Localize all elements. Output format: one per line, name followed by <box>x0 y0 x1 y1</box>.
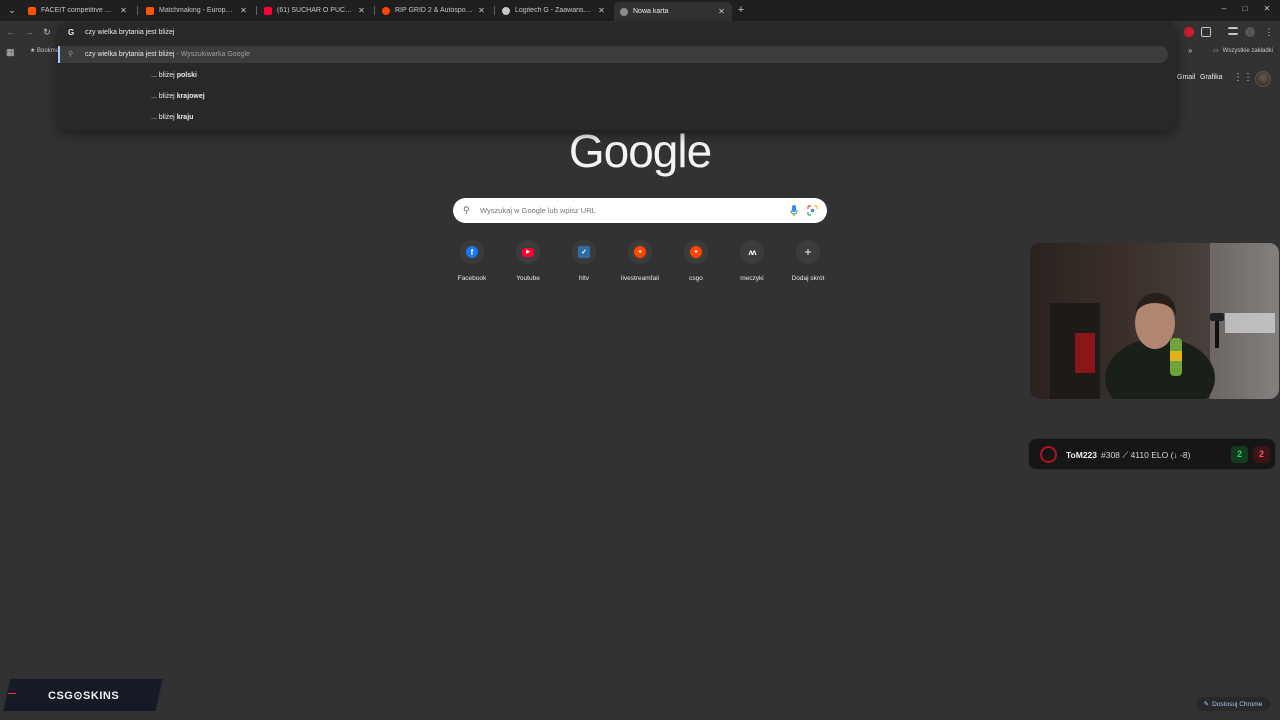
search-icon: ⚲ <box>68 51 74 58</box>
wins-count: 2 <box>1231 446 1248 463</box>
player-name: ToM223 <box>1066 450 1098 460</box>
profile-icon[interactable] <box>1245 27 1255 37</box>
search-input[interactable]: Wyszukaj w Google lub wpisz URL <box>480 206 596 215</box>
tab-strip: ⌄ FACEIT competitive match - FACEIT ✕ Ma… <box>0 0 1280 21</box>
tab-matchmaking[interactable]: Matchmaking - Europe 5v5 Queue ✕ <box>140 2 254 19</box>
losses-count: 2 <box>1253 446 1270 463</box>
tab-separator <box>256 6 257 15</box>
shortcut-csgo[interactable]: ● csgo <box>671 240 721 282</box>
apps-icon[interactable]: ▦ <box>6 47 15 58</box>
tab-search-icon[interactable]: ⌄ <box>6 4 18 16</box>
sponsor-badge-text: CSG⊙SKINS <box>48 690 120 702</box>
maximize-icon[interactable]: □ <box>1239 4 1251 13</box>
shortcut-livestreamfail[interactable]: ● livestreamfail <box>615 240 665 282</box>
minimize-icon[interactable]: – <box>1218 4 1230 13</box>
tab-new-tab[interactable]: Nowa karta ✕ <box>614 2 732 21</box>
shortcut-meczyki[interactable]: ʌʌ meczyki <box>727 240 777 282</box>
close-window-icon[interactable]: ✕ <box>1261 4 1273 13</box>
reddit-favicon-icon <box>382 6 390 15</box>
close-tab-icon[interactable]: ✕ <box>717 7 726 16</box>
faceit-favicon-icon <box>28 6 36 15</box>
close-tab-icon[interactable]: ✕ <box>239 6 248 15</box>
faceit-elo-widget: ToM223 #308 ⟋ 4110 ELO (↓ -8) 2 2 <box>1028 438 1276 470</box>
all-bookmarks-button[interactable]: ▭ Wszystkie zakładki <box>1213 47 1273 55</box>
reading-list-icon[interactable] <box>1228 27 1238 35</box>
customize-chrome-button[interactable]: ✎ Dostosuj Chrome <box>1196 697 1270 711</box>
search-icon: ⚲ <box>463 205 470 215</box>
tab-separator <box>374 6 375 15</box>
gmail-link[interactable]: Gmail <box>1177 74 1195 81</box>
tab-youtube-suchar[interactable]: (61) SUCHAR O PUCHACZU KT ✕ <box>258 2 372 19</box>
youtube-icon: ▶ <box>522 247 534 257</box>
avatar[interactable] <box>1255 71 1271 87</box>
logitech-favicon-icon <box>502 6 510 15</box>
shortcut-hltv[interactable]: ✓ hltv <box>559 240 609 282</box>
search-box[interactable]: ⚲ Wyszukaj w Google lub wpisz URL <box>453 198 827 223</box>
tab-reddit-grid[interactable]: RIP GRID 2 & Autosport's server ✕ <box>376 2 492 19</box>
shortcut-facebook[interactable]: f Facebook <box>447 240 497 282</box>
bookmarks-overflow-icon[interactable]: » <box>1188 46 1192 55</box>
images-link[interactable]: Grafika <box>1200 74 1223 81</box>
extensions-puzzle-icon[interactable] <box>1201 27 1211 37</box>
close-tab-icon[interactable]: ✕ <box>119 6 128 15</box>
faceit-level-icon <box>1040 446 1057 463</box>
google-g-icon: G <box>68 28 75 37</box>
meczyki-icon: ʌʌ <box>748 247 757 257</box>
elo-stats: #308 ⟋ 4110 ELO (↓ -8) <box>1101 450 1191 460</box>
pencil-icon: ✎ <box>1203 701 1210 708</box>
forward-button[interactable]: → <box>23 26 35 38</box>
tab-logitech[interactable]: Logitech G - Zaawansowany sprzęt ✕ <box>496 2 612 19</box>
google-logo: Google <box>568 125 712 177</box>
youtube-favicon-icon <box>264 6 272 15</box>
menu-icon[interactable]: ⋮ <box>1263 26 1275 38</box>
back-button[interactable]: ← <box>5 26 17 38</box>
selection-indicator <box>58 46 60 63</box>
shortcut-add[interactable]: + Dodaj skrót <box>783 240 833 282</box>
hltv-icon: ✓ <box>578 246 590 258</box>
webcam-person-image <box>1050 243 1279 399</box>
badge-accent <box>8 693 16 694</box>
extension-red-icon[interactable] <box>1184 27 1194 37</box>
omnibox-suggestion[interactable]: ... bliżej kraju <box>151 114 193 121</box>
omnibox-input[interactable]: czy wielka brytania jest bliżej <box>85 29 174 36</box>
folder-icon: ▭ <box>1213 48 1219 54</box>
microphone-icon[interactable] <box>790 205 798 216</box>
close-tab-icon[interactable]: ✕ <box>597 6 606 15</box>
facebook-icon: f <box>466 246 478 258</box>
faceit-favicon-icon <box>146 6 154 15</box>
tab-faceit-match[interactable]: FACEIT competitive match - FACEIT ✕ <box>22 2 134 19</box>
close-tab-icon[interactable]: ✕ <box>357 6 366 15</box>
webcam-overlay <box>1030 243 1279 399</box>
tab-separator <box>137 6 138 15</box>
reload-button[interactable]: ↻ <box>41 26 53 38</box>
omnibox-suggestion[interactable]: ... bliżej krajowej <box>151 93 205 100</box>
google-lens-icon[interactable] <box>807 205 818 216</box>
omnibox-dropdown: G czy wielka brytania jest bliżej ⚲ czy … <box>58 22 1176 130</box>
plus-icon: + <box>804 245 812 259</box>
tab-separator <box>494 6 495 15</box>
shortcut-youtube[interactable]: ▶ Youtube <box>503 240 553 282</box>
reddit-icon: ● <box>634 246 646 258</box>
new-tab-button[interactable]: + <box>736 5 746 16</box>
chrome-favicon-icon <box>620 7 628 16</box>
reddit-icon: ● <box>690 246 702 258</box>
omnibox-suggestion[interactable]: ... bliżej polski <box>151 72 197 79</box>
close-tab-icon[interactable]: ✕ <box>477 6 486 15</box>
